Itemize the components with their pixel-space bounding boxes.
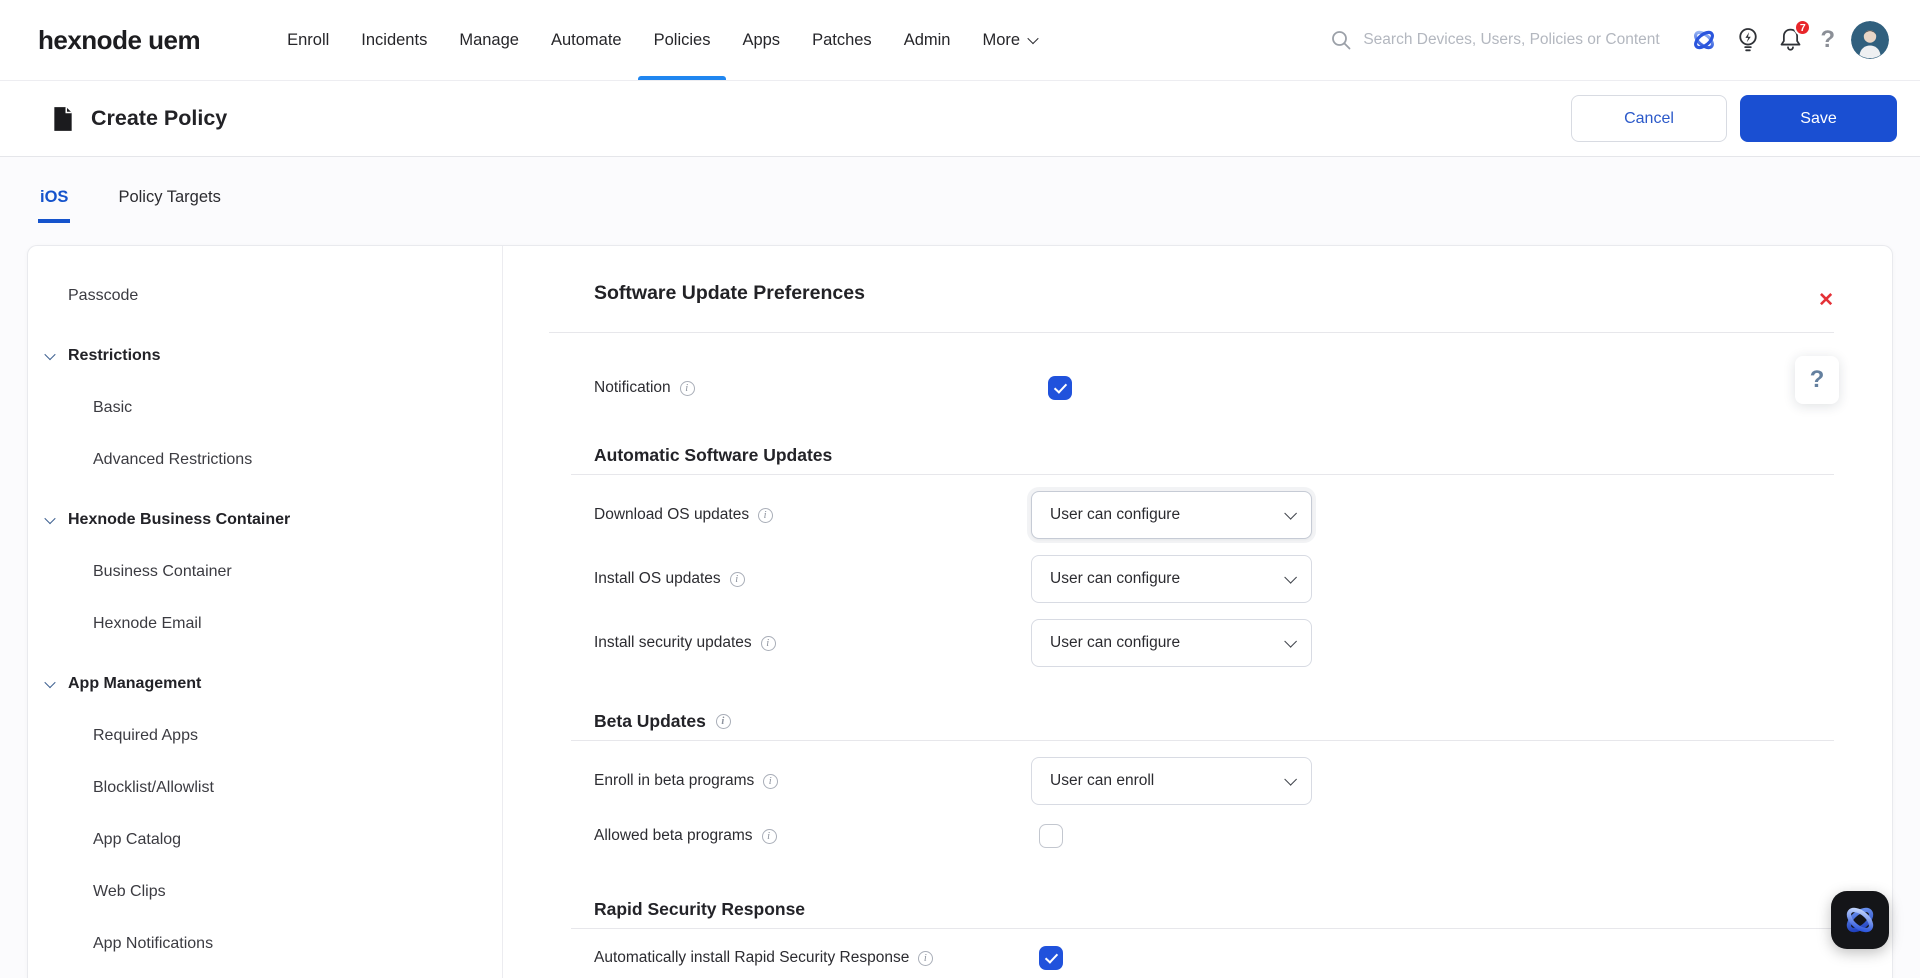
- genie-floating-button[interactable]: [1831, 891, 1889, 949]
- download-os-updates-select[interactable]: User can configure: [1031, 491, 1312, 539]
- nav-item-enroll[interactable]: Enroll: [287, 0, 329, 80]
- policy-panel: Passcode Restrictions Basic Advanced Res…: [27, 245, 1893, 978]
- row-label: Enroll in beta programs: [594, 772, 755, 789]
- info-icon[interactable]: i: [918, 950, 934, 966]
- nav-item-incidents[interactable]: Incidents: [361, 0, 427, 80]
- row-label: Download OS updates: [594, 506, 750, 523]
- genie-knot-icon: [1846, 907, 1874, 933]
- nav-item-manage[interactable]: Manage: [459, 0, 519, 80]
- help-floating-button[interactable]: ?: [1795, 356, 1839, 404]
- info-icon[interactable]: i: [715, 714, 731, 729]
- row-label: Install OS updates: [594, 570, 721, 587]
- notifications-bell-icon[interactable]: 7: [1777, 19, 1812, 54]
- info-icon[interactable]: i: [763, 773, 779, 789]
- install-security-updates-row: Install security updates i User can confi…: [594, 619, 1834, 667]
- sidebar-item-hexnode-email[interactable]: Hexnode Email: [28, 598, 502, 650]
- main-nav: Enroll Incidents Manage Automate Policie…: [287, 0, 1039, 80]
- nav-item-automate[interactable]: Automate: [551, 0, 622, 80]
- sidebar-item-hexnode-business-container[interactable]: Hexnode Business Container: [28, 494, 502, 546]
- allowed-beta-programs-checkbox[interactable]: [1039, 824, 1063, 848]
- sidebar-item-restrictions[interactable]: Restrictions: [28, 330, 502, 382]
- info-icon[interactable]: i: [761, 828, 777, 844]
- page-title: Create Policy: [91, 106, 228, 130]
- notification-row: Notification i: [594, 375, 1834, 401]
- row-label: Install security updates: [594, 634, 752, 651]
- auto-install-rsr-checkbox[interactable]: [1039, 946, 1063, 970]
- tab-ios[interactable]: iOS: [38, 158, 71, 223]
- auto-install-rsr-row: Automatically install Rapid Security Res…: [594, 945, 1834, 971]
- chevron-down-icon: [1284, 634, 1297, 648]
- allowed-beta-programs-row: Allowed beta programs i: [594, 823, 1834, 849]
- policy-content: Software Update Preferences ✕ ? Notifica…: [503, 246, 1892, 978]
- section-heading: Rapid Security Response: [594, 899, 806, 919]
- chevron-down-icon: [1284, 772, 1297, 786]
- tab-policy-targets[interactable]: Policy Targets: [116, 158, 222, 223]
- chevron-down-icon: [1284, 570, 1297, 584]
- policy-sidebar: Passcode Restrictions Basic Advanced Res…: [28, 246, 503, 978]
- enroll-beta-programs-select[interactable]: User can enroll: [1031, 757, 1312, 805]
- sidebar-item-basic[interactable]: Basic: [28, 382, 502, 434]
- chevron-down-icon: [1284, 506, 1297, 520]
- cancel-button[interactable]: Cancel: [1571, 95, 1727, 142]
- genie-icon[interactable]: [1689, 25, 1719, 55]
- sidebar-item-app-configurations[interactable]: App Configurations: [28, 970, 502, 978]
- notification-badge: 7: [1794, 19, 1812, 36]
- divider: [571, 474, 1834, 475]
- chevron-down-icon: [44, 348, 56, 361]
- sidebar-item-blocklist-allowlist[interactable]: Blocklist/Allowlist: [28, 762, 502, 814]
- sidebar-item-app-management[interactable]: App Management: [28, 658, 502, 710]
- sidebar-item-passcode[interactable]: Passcode: [28, 270, 502, 322]
- enroll-beta-programs-row: Enroll in beta programs i User can enroll: [594, 757, 1834, 805]
- hexnode-logo[interactable]: hexnode uem: [38, 25, 201, 56]
- download-os-updates-row: Download OS updates i User can configure: [594, 491, 1834, 539]
- header-actions: Cancel Save: [1571, 95, 1897, 142]
- chevron-down-icon: [44, 512, 56, 525]
- section-title: Software Update Preferences: [594, 282, 865, 304]
- policy-document-icon: [54, 106, 72, 131]
- topbar-icon-cluster: 7 ?: [1689, 19, 1889, 59]
- install-security-updates-select[interactable]: User can configure: [1031, 619, 1312, 667]
- nav-item-admin[interactable]: Admin: [904, 0, 951, 80]
- tips-bulb-icon[interactable]: [1735, 26, 1761, 54]
- divider: [549, 332, 1834, 333]
- help-icon[interactable]: ?: [1820, 28, 1835, 52]
- chevron-down-icon: [44, 676, 56, 689]
- top-navigation-bar: hexnode uem Enroll Incidents Manage Auto…: [0, 0, 1920, 80]
- install-os-updates-select[interactable]: User can configure: [1031, 555, 1312, 603]
- nav-item-policies[interactable]: Policies: [637, 0, 727, 80]
- nav-item-patches[interactable]: Patches: [812, 0, 872, 80]
- info-icon[interactable]: i: [679, 380, 695, 396]
- user-avatar[interactable]: [1851, 21, 1889, 59]
- divider: [571, 928, 1834, 929]
- chevron-down-icon: [1027, 32, 1039, 45]
- search-icon: [1332, 31, 1351, 50]
- section-heading: Beta Updates i: [594, 711, 1834, 732]
- sidebar-item-advanced-restrictions[interactable]: Advanced Restrictions: [28, 434, 502, 486]
- sidebar-item-app-notifications[interactable]: App Notifications: [28, 918, 502, 970]
- sidebar-item-web-clips[interactable]: Web Clips: [28, 866, 502, 918]
- row-label: Automatically install Rapid Security Res…: [594, 949, 910, 966]
- sidebar-item-required-apps[interactable]: Required Apps: [28, 710, 502, 762]
- close-icon[interactable]: ✕: [1818, 291, 1834, 310]
- info-icon[interactable]: i: [729, 571, 745, 587]
- sidebar-item-app-catalog[interactable]: App Catalog: [28, 814, 502, 866]
- page-header-bar: Create Policy Cancel Save: [0, 80, 1920, 157]
- notification-checkbox[interactable]: [1048, 376, 1072, 400]
- install-os-updates-row: Install OS updates i User can configure: [594, 555, 1834, 603]
- save-button[interactable]: Save: [1740, 95, 1897, 142]
- row-label: Allowed beta programs: [594, 827, 753, 844]
- sidebar-item-business-container[interactable]: Business Container: [28, 546, 502, 598]
- info-icon[interactable]: i: [758, 507, 774, 523]
- search-input[interactable]: [1363, 31, 1664, 49]
- row-label: Notification: [594, 379, 671, 396]
- global-search: [1330, 29, 1664, 51]
- nav-item-apps[interactable]: Apps: [742, 0, 780, 80]
- nav-item-more[interactable]: More: [982, 0, 1039, 80]
- platform-tabs: iOS Policy Targets: [38, 158, 223, 223]
- divider: [571, 740, 1834, 741]
- section-heading: Automatic Software Updates: [594, 445, 833, 465]
- info-icon[interactable]: i: [760, 635, 776, 651]
